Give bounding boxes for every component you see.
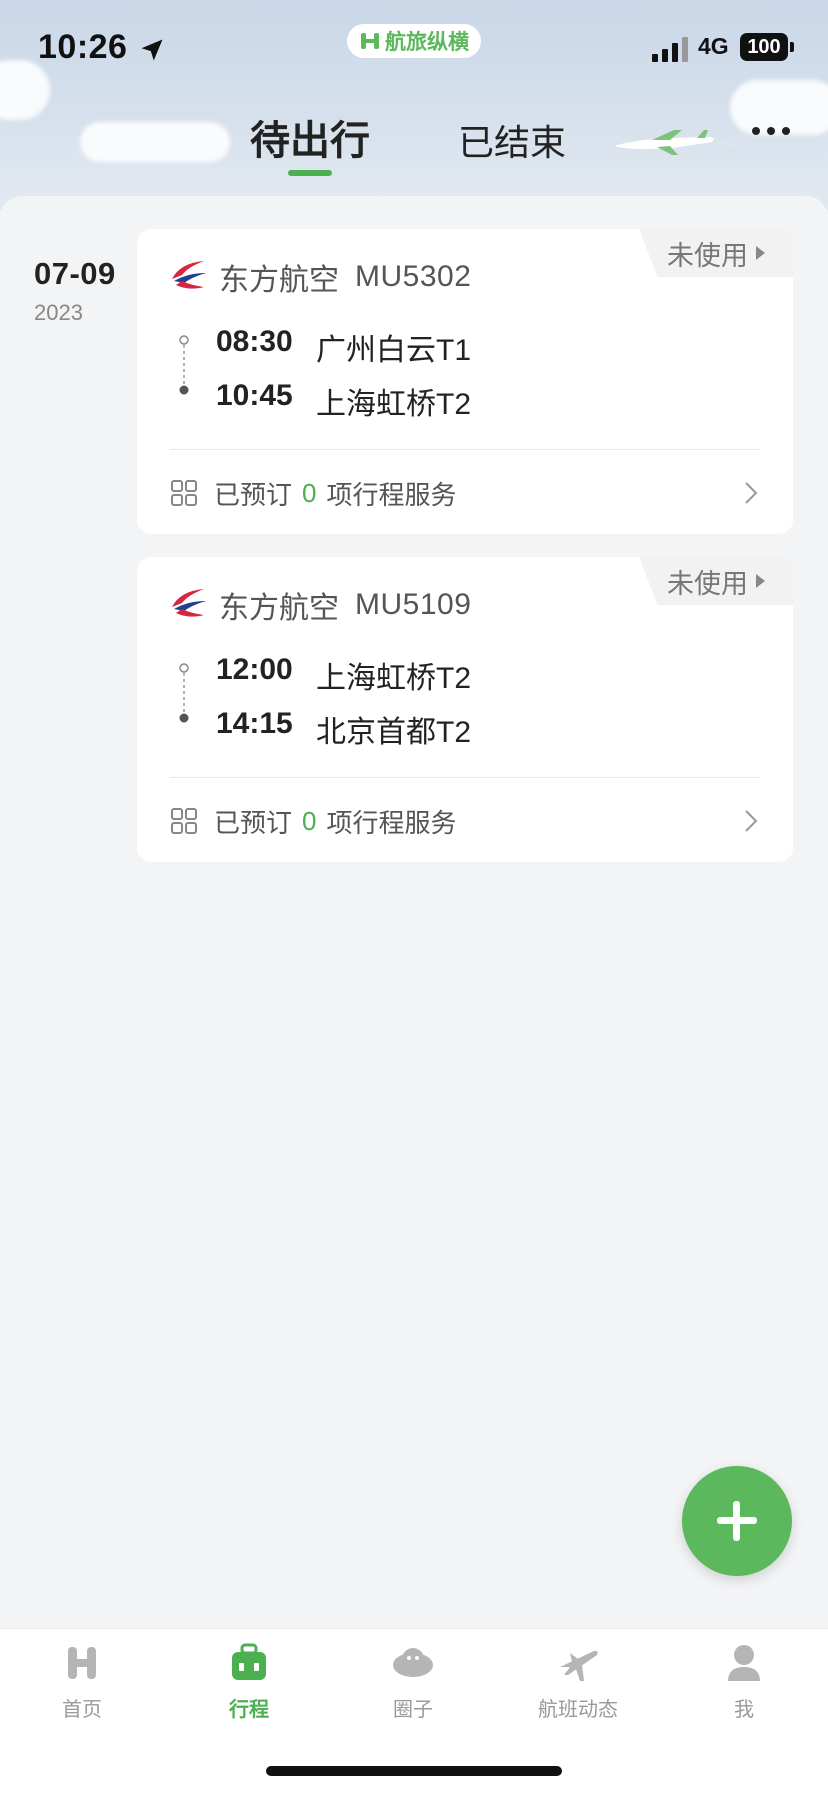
departure-row: 12:00 上海虹桥T2 <box>216 653 471 697</box>
china-eastern-logo-icon <box>172 589 206 617</box>
china-eastern-logo-icon <box>172 261 206 289</box>
tab-home-label: 首页 <box>62 1699 102 1721</box>
cloud-decoration <box>0 60 50 120</box>
battery-indicator: 100 <box>740 33 794 61</box>
services-prefix: 已预订 <box>214 807 293 838</box>
arrival-row: 10:45 上海虹桥T2 <box>216 379 471 423</box>
tab-me[interactable]: 我 <box>684 1641 804 1722</box>
cloud-decoration <box>80 122 230 162</box>
tab-trips-label: 行程 <box>229 1699 269 1721</box>
airline-name: 东方航空 <box>219 264 339 297</box>
app-logo-icon <box>361 33 379 49</box>
trip-card[interactable]: 未使用 东方航空 MU5109 12:00 上海虹桥T2 14:15 北京首都T… <box>137 557 793 862</box>
flight-number: MU5302 <box>355 260 472 293</box>
status-time: 10:26 <box>38 28 128 66</box>
date-group: 07-09 2023 <box>34 256 116 326</box>
trip-card[interactable]: 未使用 东方航空 MU5302 08:30 广州白云T1 10:45 上海虹桥T… <box>137 229 793 534</box>
arrival-airport: 北京首都T2 <box>316 716 472 749</box>
chevron-right-icon <box>745 810 758 832</box>
tab-flight-status-label: 航班动态 <box>538 1699 618 1721</box>
tab-home[interactable]: 首页 <box>22 1641 142 1722</box>
cell-signal-icon <box>652 37 688 62</box>
departure-row: 08:30 广州白云T1 <box>216 325 471 369</box>
tab-finished[interactable]: 已结束 <box>458 114 566 166</box>
flight-number: MU5109 <box>355 588 472 621</box>
departure-time: 08:30 <box>216 325 293 358</box>
play-arrow-icon <box>756 574 765 588</box>
community-icon <box>393 1648 433 1677</box>
services-prefix: 已预订 <box>214 479 293 510</box>
home-indicator <box>266 1766 562 1776</box>
route-timeline <box>179 335 189 395</box>
services-count: 0 <box>302 477 317 508</box>
arrival-time: 14:15 <box>216 707 293 740</box>
app-pill[interactable]: 航旅纵横 <box>347 24 481 58</box>
plane-decoration-icon <box>614 130 741 155</box>
user-icon <box>728 1645 760 1681</box>
date-day: 07-09 <box>34 256 116 291</box>
network-type: 4G <box>698 33 729 59</box>
trip-services-row[interactable]: 已预订 0 项行程服务 <box>170 473 760 513</box>
departure-airport: 广州白云T1 <box>316 334 472 367</box>
status-badge[interactable]: 未使用 <box>639 229 793 277</box>
play-arrow-icon <box>756 246 765 260</box>
arrival-time: 10:45 <box>216 379 293 412</box>
tab-trips[interactable]: 行程 <box>189 1641 309 1722</box>
trip-services-row[interactable]: 已预订 0 项行程服务 <box>170 801 760 841</box>
services-suffix: 项行程服务 <box>326 807 457 838</box>
status-badge[interactable]: 未使用 <box>639 557 793 605</box>
date-year: 2023 <box>34 300 83 325</box>
airline-row: 东方航空 MU5302 <box>170 255 471 299</box>
tab-me-label: 我 <box>734 1699 754 1721</box>
battery-level: 100 <box>747 35 781 58</box>
add-trip-button[interactable] <box>682 1466 792 1576</box>
tab-community-label: 圈子 <box>393 1699 433 1721</box>
route-timeline <box>179 663 189 723</box>
arrival-airport: 上海虹桥T2 <box>316 388 472 421</box>
plane-icon <box>560 1650 598 1681</box>
departure-time: 12:00 <box>216 653 293 686</box>
more-horizontal-icon[interactable] <box>752 127 790 135</box>
location-arrow-icon <box>141 39 163 61</box>
tab-community[interactable]: 圈子 <box>353 1641 473 1722</box>
app-pill-label: 航旅纵横 <box>385 31 469 54</box>
services-suffix: 项行程服务 <box>326 479 457 510</box>
services-count: 0 <box>302 805 317 836</box>
status-badge-label: 未使用 <box>667 568 748 599</box>
header: 10:26 航旅纵横 4G 100 待出行 已结束 <box>0 0 828 210</box>
home-icon <box>68 1647 96 1679</box>
status-badge-label: 未使用 <box>667 240 748 271</box>
departure-airport: 上海虹桥T2 <box>316 662 472 695</box>
briefcase-icon <box>232 1643 266 1680</box>
divider <box>170 449 760 450</box>
grid-icon <box>171 808 197 834</box>
arrival-row: 14:15 北京首都T2 <box>216 707 471 751</box>
airline-name: 东方航空 <box>219 592 339 625</box>
tab-upcoming[interactable]: 待出行 <box>250 108 370 166</box>
grid-icon <box>171 480 197 506</box>
tab-active-indicator <box>288 170 332 176</box>
airline-row: 东方航空 MU5109 <box>170 583 471 627</box>
chevron-right-icon <box>745 482 758 504</box>
divider <box>170 777 760 778</box>
tab-flight-status[interactable]: 航班动态 <box>518 1641 638 1722</box>
